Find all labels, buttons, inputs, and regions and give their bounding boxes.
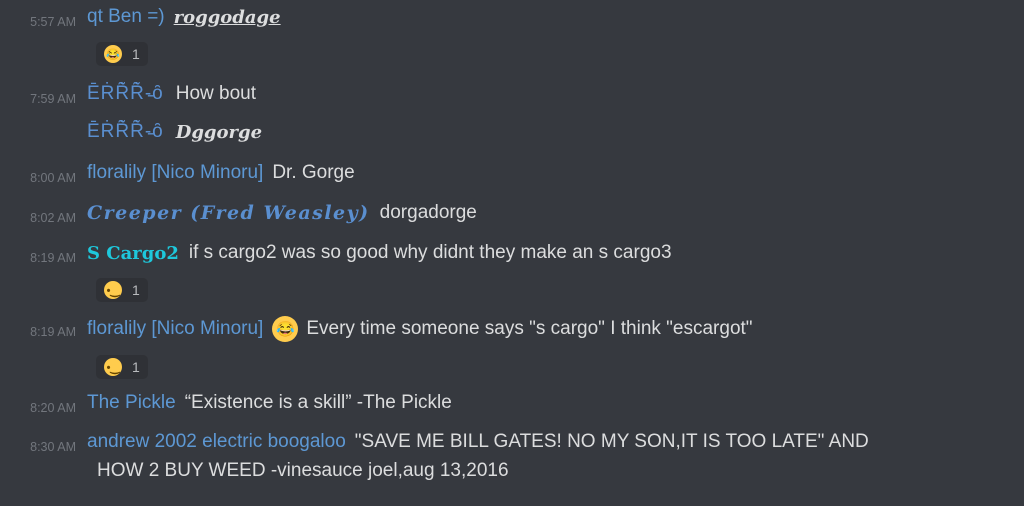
message-text: dorgadorge — [379, 202, 477, 223]
joy-emoji-icon: 😂 — [272, 316, 299, 342]
message-text: if s cargo2 was so good why didnt they m… — [188, 242, 672, 263]
message-row: 8:00 AM floralily [Nico Minoru] Dr. Gorg… — [0, 162, 1024, 192]
message-row: 7:59 AM ĒṘṘ̃Ṙ̃-̵ȏ How bout — [0, 83, 1024, 113]
timestamp: 8:20 AM — [30, 401, 76, 415]
reaction-snail-face[interactable]: •‿ 1 — [96, 355, 148, 379]
message-text-continued: HOW 2 BUY WEED -vinesauce joel,aug 13,20… — [97, 460, 509, 481]
message-text: "SAVE ME BILL GATES! NO MY SON,IT IS TOO… — [354, 431, 869, 452]
snail-face-emoji-icon: •‿ — [104, 281, 122, 299]
reaction-count: 1 — [132, 46, 140, 62]
timestamp: 8:19 AM — [30, 325, 76, 339]
username[interactable]: floralily [Nico Minoru] — [87, 318, 263, 340]
timestamp: 5:57 AM — [30, 15, 76, 29]
message-text: Dggorge — [175, 121, 263, 143]
message-row: 8:02 AM Creeper (Fred Weasley) dorgadorg… — [0, 202, 1024, 232]
username[interactable]: qt Ben =) — [87, 6, 165, 28]
message-text: How bout — [175, 83, 257, 104]
username[interactable]: Creeper (Fred Weasley) — [87, 202, 370, 224]
reaction-snail-face[interactable]: •‿ 1 — [96, 278, 148, 302]
message-row: 8:19 AM S Cargo2 if s cargo2 was so good… — [0, 242, 1024, 272]
username[interactable]: andrew 2002 electric boogaloo — [87, 431, 346, 453]
message-row: 5:57 AM qt Ben =) roggodage — [0, 6, 1024, 36]
message-row: 8:20 AM The Pickle “Existence is a skill… — [0, 392, 1024, 422]
message-text: Every time someone says "s cargo" I thin… — [306, 318, 753, 339]
reaction-joy[interactable]: 😂 1 — [96, 42, 148, 66]
timestamp: 8:02 AM — [30, 211, 76, 225]
message-text: “Existence is a skill” -The Pickle — [184, 392, 452, 413]
timestamp: 8:30 AM — [30, 440, 76, 454]
username[interactable]: The Pickle — [87, 392, 176, 414]
reaction-count: 1 — [132, 359, 140, 375]
joy-emoji-icon: 😂 — [104, 45, 122, 63]
timestamp: 8:00 AM — [30, 171, 76, 185]
message-row: 8:30 AM andrew 2002 electric boogaloo "S… — [0, 431, 1024, 461]
username[interactable]: ĒṘṘ̃Ṙ̃-̵ȏ — [87, 121, 164, 143]
message-text: Dr. Gorge — [272, 162, 355, 183]
message-row: 8:19 AM floralily [Nico Minoru] 😂 Every … — [0, 316, 1024, 346]
timestamp: 8:19 AM — [30, 251, 76, 265]
message-text: roggodage — [173, 6, 281, 28]
timestamp: 7:59 AM — [30, 92, 76, 106]
reaction-count: 1 — [132, 282, 140, 298]
message-row: ĒṘṘ̃Ṙ̃-̵ȏ Dggorge — [0, 121, 1024, 151]
username[interactable]: floralily [Nico Minoru] — [87, 162, 263, 184]
username[interactable]: ĒṘṘ̃Ṙ̃-̵ȏ — [87, 83, 164, 105]
snail-face-emoji-icon: •‿ — [104, 358, 122, 376]
username[interactable]: S Cargo2 — [87, 243, 179, 264]
